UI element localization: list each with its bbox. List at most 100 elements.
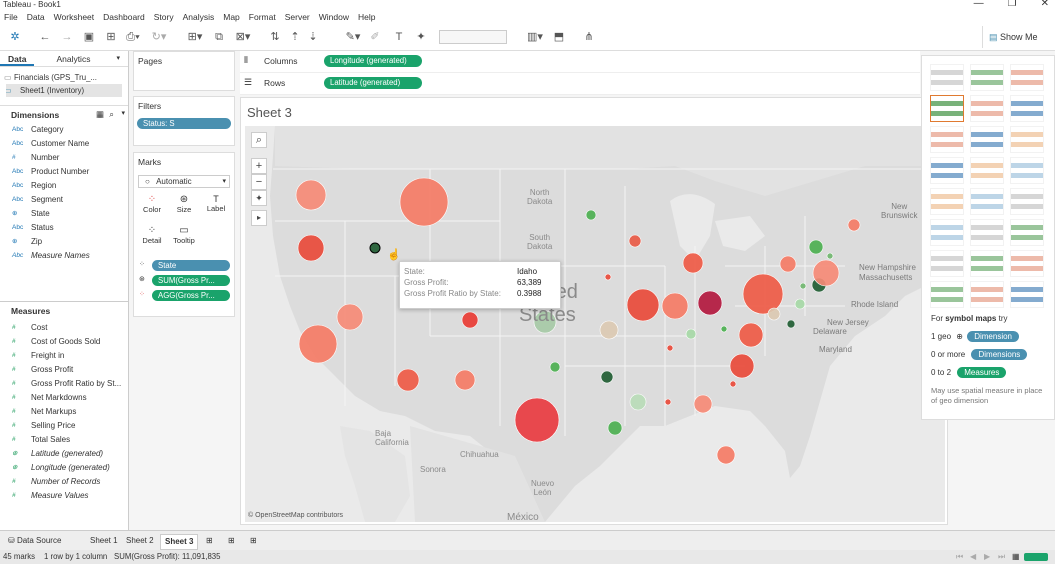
highlight-icon[interactable]: ✎▾ [342,30,364,45]
measure-field[interactable]: # Net Markups [0,405,128,419]
map-tools-button[interactable]: ▸ [251,210,267,226]
chart-type-thumbnail[interactable] [930,219,964,246]
tab-sheet-2[interactable]: Sheet 2 [122,534,158,548]
state-bubble-nevada[interactable] [336,303,364,331]
detail-button[interactable]: ⁘ Detail [138,225,166,253]
menu-data[interactable]: Data [27,10,45,24]
minimize-icon[interactable]: — [974,0,984,9]
state-bubble-michigan[interactable] [682,252,704,274]
sort-asc-icon[interactable]: ⇡ [288,30,302,45]
refresh-icon[interactable]: ↻▾ [150,30,168,45]
search-icon[interactable]: ⌕ [109,109,114,120]
measure-field[interactable]: # Gross Profit [0,363,128,377]
mark-type-dropdown[interactable]: ○ Automatic ▾ [138,175,230,188]
dimension-field[interactable]: # Number [0,151,128,165]
chart-type-thumbnail[interactable] [1010,219,1044,246]
menu-help[interactable]: Help [358,10,375,24]
datasource-item-active[interactable]: ▭ Sheet1 (Inventory) [6,84,122,97]
menu-window[interactable]: Window [319,10,349,24]
group-icon[interactable]: ✐ [368,30,382,45]
duplicate-icon[interactable]: ⧉ [212,30,226,45]
marks-pill-state[interactable]: State [152,260,230,271]
state-bubble-new-york[interactable] [779,255,797,273]
chart-type-thumbnail[interactable] [970,219,1004,246]
save-icon[interactable]: ▣ [82,30,96,45]
chart-type-thumbnail[interactable] [1010,95,1044,122]
datasource-item[interactable]: ▭ Financials (GPS_Tru_... [0,71,128,84]
show-me-button[interactable]: ▤ Show Me [982,26,1055,48]
nav-first-icon[interactable]: ⏮ [956,550,963,564]
state-bubble-new-mexico[interactable] [454,369,476,391]
dimension-field[interactable]: Abc Segment [0,193,128,207]
close-icon[interactable]: ✕ [1041,0,1049,9]
tab-data[interactable]: Data [0,51,35,66]
state-bubble-minnesota[interactable] [585,209,597,221]
measure-field[interactable]: # Cost of Goods Sold [0,335,128,349]
share-icon[interactable]: ⋔ [582,30,596,45]
rows-shelf[interactable]: ☰ Rows Latitude (generated) [240,73,920,95]
chart-type-thumbnail[interactable] [930,126,964,153]
nav-prev-icon[interactable]: ◀ [970,550,976,564]
state-bubble-vermont[interactable] [808,239,824,255]
state-bubble-missouri[interactable] [599,320,619,340]
view-toggle-icon[interactable]: ▦ [96,109,104,120]
state-bubble-tennessee[interactable] [666,344,674,352]
state-bubble-mississippi[interactable] [629,393,647,411]
view-grid-icon[interactable]: ▦ [1012,550,1019,564]
state-bubble-california[interactable] [298,324,338,364]
state-bubble-massachusetts[interactable] [812,259,840,287]
state-bubble-washington[interactable] [295,179,327,211]
pin-map-button[interactable]: ✦ [251,190,267,206]
state-bubble-texas[interactable] [514,397,560,443]
map-view[interactable]: ⌕ + − ✦ ▸ North Dakota South Dakota Unit… [245,126,945,522]
measure-field[interactable]: # Net Markdowns [0,391,128,405]
measure-field[interactable]: # Measure Values [0,489,128,503]
menu-analysis[interactable]: Analysis [183,10,215,24]
measure-field[interactable]: # Gross Profit Ratio by St... [0,377,128,391]
measure-field[interactable]: ⊕ Longitude (generated) [0,461,128,475]
chart-type-thumbnail[interactable] [930,64,964,91]
menu-format[interactable]: Format [249,10,276,24]
nav-last-icon[interactable]: ⏭ [998,550,1005,564]
new-worksheet-icon[interactable]: ⊞▾ [184,30,206,45]
menu-file[interactable]: File [4,10,18,24]
menu-worksheet[interactable]: Worksheet [54,10,94,24]
dimensions-menu-icon[interactable]: ▾ [121,109,125,117]
menu-server[interactable]: Server [285,10,310,24]
map-search-button[interactable]: ⌕ [251,132,267,148]
state-bubble-louisiana[interactable] [607,420,623,436]
chart-type-thumbnail[interactable] [970,126,1004,153]
dimension-field[interactable]: ⊕ Zip [0,235,128,249]
swap-icon[interactable]: ⇅ [268,30,282,45]
tab-sheet-1[interactable]: Sheet 1 [86,534,122,548]
chart-type-thumbnail[interactable] [930,250,964,277]
measure-field[interactable]: # Cost [0,321,128,335]
chart-type-thumbnail[interactable] [970,250,1004,277]
zoom-in-button[interactable]: + [251,158,267,174]
fit-dropdown[interactable] [439,30,507,44]
state-bubble-new-jersey[interactable] [794,298,806,310]
measure-field[interactable]: ⊕ Latitude (generated) [0,447,128,461]
state-bubble-new-hampshire[interactable] [826,252,834,260]
state-bubble-arizona[interactable] [396,368,420,392]
label-button[interactable]: T Label [202,194,230,222]
state-bubble-idaho[interactable] [369,242,381,254]
chart-type-thumbnail[interactable] [1010,281,1044,308]
columns-pill-longitude[interactable]: Longitude (generated) [324,55,422,67]
state-bubble-kentucky[interactable] [685,328,697,340]
chart-type-thumbnail[interactable] [970,281,1004,308]
state-bubble-georgia[interactable] [693,394,713,414]
chart-type-thumbnail[interactable] [930,95,964,122]
state-bubble-alabama[interactable] [664,398,672,406]
columns-shelf[interactable]: ⦀ Columns Longitude (generated) [240,51,920,73]
tooltip-button[interactable]: ▭ Tooltip [168,225,200,253]
new-dashboard-icon[interactable]: ⊞ [224,534,239,548]
marks-pill-color[interactable]: AGG(Gross Pr... [152,290,230,301]
chart-type-thumbnail[interactable] [970,157,1004,184]
state-bubble-florida[interactable] [716,445,736,465]
maximize-icon[interactable]: ❐ [1008,0,1017,9]
dimension-field[interactable]: Abc Measure Names [0,249,128,263]
view-toggle-icon[interactable] [1024,553,1048,561]
tab-analytics[interactable]: Analytics [34,51,98,66]
sort-desc-icon[interactable]: ⇣ [306,30,320,45]
